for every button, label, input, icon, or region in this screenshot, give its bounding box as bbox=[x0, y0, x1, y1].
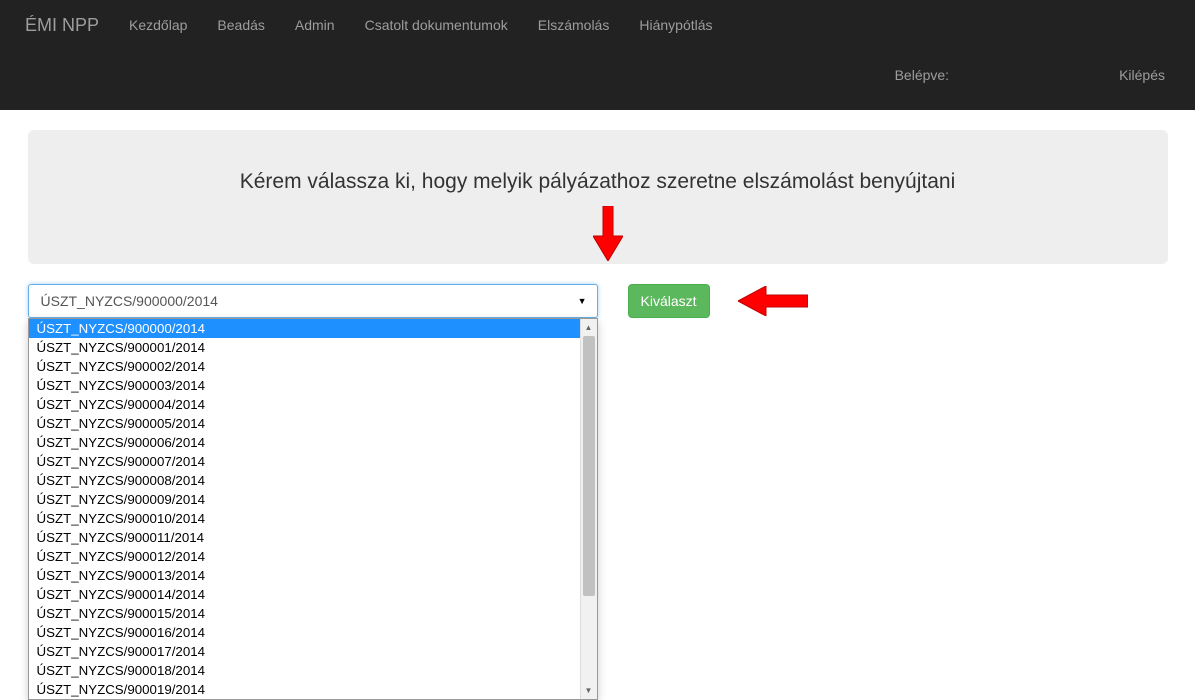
dropdown-option[interactable]: ÚSZT_NYZCS/900001/2014 bbox=[29, 338, 580, 357]
nav-link-csatolt-dokumentumok[interactable]: Csatolt dokumentumok bbox=[350, 0, 523, 50]
dropdown-option[interactable]: ÚSZT_NYZCS/900005/2014 bbox=[29, 414, 580, 433]
dropdown-option[interactable]: ÚSZT_NYZCS/900015/2014 bbox=[29, 604, 580, 623]
dropdown-option[interactable]: ÚSZT_NYZCS/900017/2014 bbox=[29, 642, 580, 661]
select-form-row: ÚSZT_NYZCS/900000/2014 ÚSZT_NYZCS/900000… bbox=[28, 284, 1168, 318]
dropdown-option[interactable]: ÚSZT_NYZCS/900016/2014 bbox=[29, 623, 580, 642]
logout-link[interactable]: Kilépés bbox=[1104, 50, 1180, 100]
dropdown-option[interactable]: ÚSZT_NYZCS/900012/2014 bbox=[29, 547, 580, 566]
dropdown-option[interactable]: ÚSZT_NYZCS/900013/2014 bbox=[29, 566, 580, 585]
application-select-value: ÚSZT_NYZCS/900000/2014 bbox=[41, 293, 218, 309]
page-heading: Kérem válassza ki, hogy melyik pályázath… bbox=[58, 170, 1138, 194]
logged-in-label: Belépve: bbox=[880, 50, 964, 100]
dropdown-option[interactable]: ÚSZT_NYZCS/900006/2014 bbox=[29, 433, 580, 452]
nav-link-hianypotlas[interactable]: Hiánypótlás bbox=[624, 0, 727, 50]
dropdown-option[interactable]: ÚSZT_NYZCS/900008/2014 bbox=[29, 471, 580, 490]
application-dropdown-list: ÚSZT_NYZCS/900000/2014ÚSZT_NYZCS/900001/… bbox=[28, 318, 598, 700]
annotation-arrow-left-icon bbox=[738, 286, 808, 319]
nav-link-kezdolap[interactable]: Kezdőlap bbox=[114, 0, 202, 50]
scroll-up-icon[interactable]: ▲ bbox=[581, 319, 597, 336]
dropdown-option[interactable]: ÚSZT_NYZCS/900003/2014 bbox=[29, 376, 580, 395]
dropdown-option[interactable]: ÚSZT_NYZCS/900007/2014 bbox=[29, 452, 580, 471]
dropdown-option[interactable]: ÚSZT_NYZCS/900010/2014 bbox=[29, 509, 580, 528]
application-select[interactable]: ÚSZT_NYZCS/900000/2014 bbox=[28, 284, 598, 318]
dropdown-option[interactable]: ÚSZT_NYZCS/900000/2014 bbox=[29, 319, 580, 338]
navbar: ÉMI NPP Kezdőlap Beadás Admin Csatolt do… bbox=[0, 0, 1195, 110]
dropdown-scrollbar[interactable]: ▲ ▼ bbox=[580, 319, 597, 699]
select-button[interactable]: Kiválaszt bbox=[628, 284, 710, 318]
dropdown-option[interactable]: ÚSZT_NYZCS/900014/2014 bbox=[29, 585, 580, 604]
dropdown-option[interactable]: ÚSZT_NYZCS/900002/2014 bbox=[29, 357, 580, 376]
dropdown-option[interactable]: ÚSZT_NYZCS/900009/2014 bbox=[29, 490, 580, 509]
dropdown-option[interactable]: ÚSZT_NYZCS/900019/2014 bbox=[29, 680, 580, 699]
scroll-thumb[interactable] bbox=[583, 336, 595, 596]
nav-link-admin[interactable]: Admin bbox=[280, 0, 350, 50]
nav-link-elszamolas[interactable]: Elszámolás bbox=[523, 0, 625, 50]
nav-link-beadas[interactable]: Beadás bbox=[202, 0, 279, 50]
navbar-brand[interactable]: ÉMI NPP bbox=[15, 0, 114, 50]
application-select-wrap: ÚSZT_NYZCS/900000/2014 ÚSZT_NYZCS/900000… bbox=[28, 284, 598, 318]
dropdown-option[interactable]: ÚSZT_NYZCS/900018/2014 bbox=[29, 661, 580, 680]
dropdown-option[interactable]: ÚSZT_NYZCS/900011/2014 bbox=[29, 528, 580, 547]
dropdown-option[interactable]: ÚSZT_NYZCS/900004/2014 bbox=[29, 395, 580, 414]
annotation-arrow-down-icon bbox=[593, 206, 623, 264]
scroll-down-icon[interactable]: ▼ bbox=[581, 682, 597, 699]
